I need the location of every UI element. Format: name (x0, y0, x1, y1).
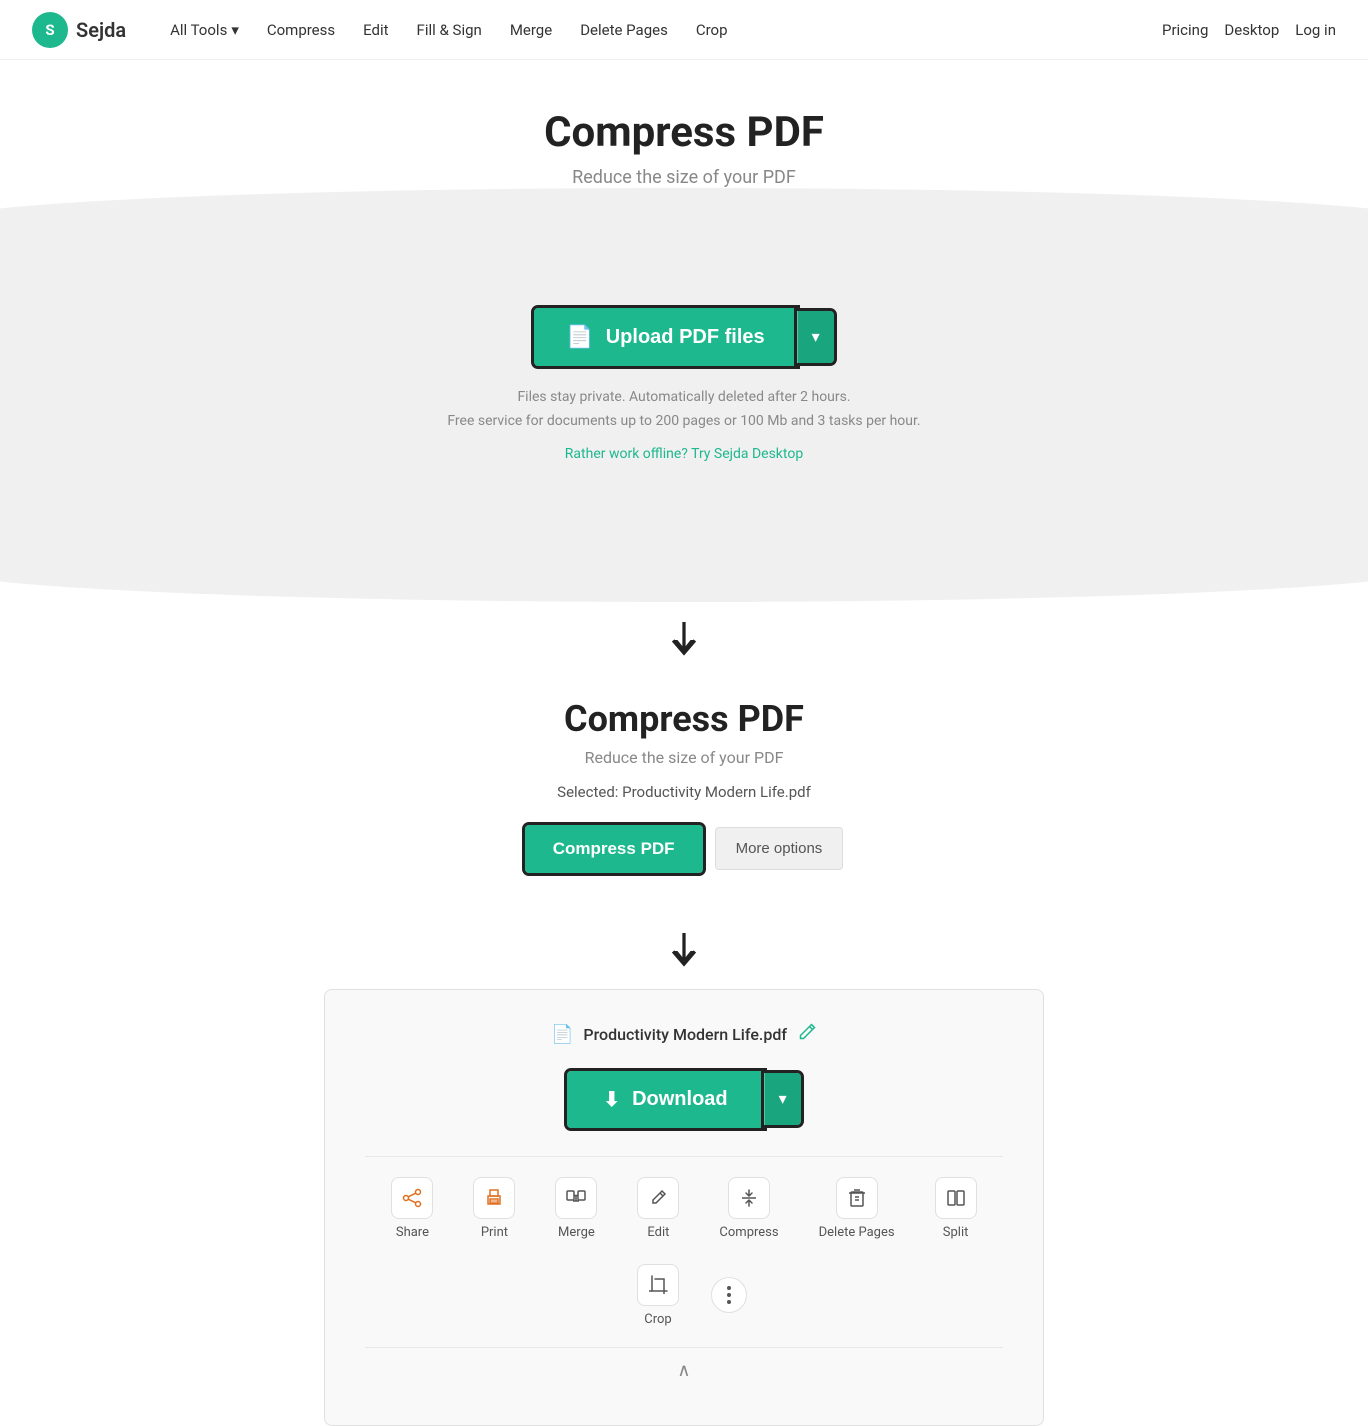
download-wrapper: ⬇ Download ▾ (365, 1071, 1003, 1128)
result-file-row: 📄 Productivity Modern Life.pdf (365, 1022, 1003, 1047)
delete-pages-label: Delete Pages (819, 1225, 895, 1240)
collapse-button[interactable]: ∧ (677, 1360, 690, 1381)
compress-label: Compress (719, 1225, 778, 1240)
upload-dropdown-arrow[interactable]: ▾ (797, 311, 834, 363)
offline-link[interactable]: Rather work offline? Try Sejda Desktop (565, 446, 803, 462)
download-btn-wrapper: ⬇ Download ▾ (567, 1071, 800, 1128)
nav-compress[interactable]: Compress (255, 13, 347, 47)
crop-icon (637, 1264, 679, 1306)
action-compress[interactable]: Compress (703, 1169, 794, 1248)
edit-label: Edit (647, 1225, 669, 1240)
action-delete-pages[interactable]: Delete Pages (803, 1169, 911, 1248)
nav-links: All Tools ▾ Compress Edit Fill & Sign Me… (158, 13, 1162, 47)
download-button[interactable]: ⬇ Download (567, 1071, 763, 1128)
compress-btn-row: Compress PDF More options (304, 825, 1064, 873)
nav-edit[interactable]: Edit (351, 13, 400, 47)
dot-3 (727, 1300, 731, 1304)
share-icon (391, 1177, 433, 1219)
compress-button[interactable]: Compress PDF (525, 825, 703, 873)
selected-file-label: Selected: Productivity Modern Life.pdf (304, 783, 1064, 801)
action-share[interactable]: Share (375, 1169, 449, 1248)
collapse-row: ∧ (365, 1347, 1003, 1393)
download-icon: ⬇ (603, 1087, 620, 1112)
merge-icon (555, 1177, 597, 1219)
compress-title: Compress PDF (304, 698, 1064, 740)
nav-right: Pricing Desktop Log in (1162, 21, 1336, 39)
share-label: Share (396, 1225, 429, 1240)
dot-2 (727, 1293, 731, 1297)
action-edit[interactable]: Edit (621, 1169, 695, 1248)
hero-section: Compress PDF Reduce the size of your PDF (0, 60, 1368, 188)
logo-icon: S (32, 12, 68, 48)
action-crop[interactable]: Crop (621, 1256, 695, 1335)
logo-name: Sejda (76, 18, 126, 42)
nav-delete-pages[interactable]: Delete Pages (568, 13, 680, 47)
nav-pricing[interactable]: Pricing (1162, 21, 1208, 39)
nav-fill-sign[interactable]: Fill & Sign (405, 13, 494, 47)
dot-1 (727, 1286, 731, 1290)
actions-toolbar: Share Print (365, 1156, 1003, 1347)
merge-label: Merge (558, 1225, 595, 1240)
nav-desktop[interactable]: Desktop (1224, 21, 1279, 39)
result-card: 📄 Productivity Modern Life.pdf ⬇ Downloa… (324, 989, 1044, 1426)
upload-button[interactable]: 📄 Upload PDF files (534, 308, 796, 366)
nav-crop[interactable]: Crop (684, 13, 740, 47)
crop-label: Crop (644, 1312, 671, 1327)
result-file-name: Productivity Modern Life.pdf (583, 1025, 787, 1044)
download-dropdown-arrow[interactable]: ▾ (764, 1073, 801, 1125)
chevron-down-icon: ▾ (231, 21, 239, 39)
upload-btn-wrapper: 📄 Upload PDF files ▾ (534, 308, 833, 366)
print-label: Print (481, 1225, 508, 1240)
more-actions-button[interactable] (711, 1277, 747, 1313)
action-split[interactable]: Split (919, 1169, 993, 1248)
upload-info: Files stay private. Automatically delete… (304, 386, 1064, 434)
upload-area: 📄 Upload PDF files ▾ Files stay private.… (304, 268, 1064, 512)
edit-icon (637, 1177, 679, 1219)
file-icon: 📄 (551, 1024, 573, 1045)
action-print[interactable]: Print (457, 1169, 531, 1248)
nav-all-tools[interactable]: All Tools ▾ (158, 13, 251, 47)
compress-subtitle: Reduce the size of your PDF (304, 748, 1064, 767)
arrow-down-2 (0, 933, 1368, 969)
nav-merge[interactable]: Merge (498, 13, 564, 47)
nav-login[interactable]: Log in (1295, 21, 1336, 39)
compress-section: Compress PDF Reduce the size of your PDF… (304, 678, 1064, 913)
more-options-button[interactable]: More options (715, 827, 844, 870)
action-merge[interactable]: Merge (539, 1169, 613, 1248)
chevron-up-icon: ∧ (677, 1360, 690, 1380)
arrow-down-1 (0, 622, 1368, 658)
delete-pages-icon (836, 1177, 878, 1219)
print-icon (473, 1177, 515, 1219)
split-icon (935, 1177, 977, 1219)
compress-icon (728, 1177, 770, 1219)
document-icon: 📄 (566, 324, 593, 350)
navigation: S Sejda All Tools ▾ Compress Edit Fill &… (0, 0, 1368, 60)
page-subtitle: Reduce the size of your PDF (0, 167, 1368, 188)
split-label: Split (943, 1225, 969, 1240)
edit-filename-icon[interactable] (797, 1022, 817, 1047)
logo-link[interactable]: S Sejda (32, 12, 126, 48)
page-title: Compress PDF (0, 108, 1368, 157)
